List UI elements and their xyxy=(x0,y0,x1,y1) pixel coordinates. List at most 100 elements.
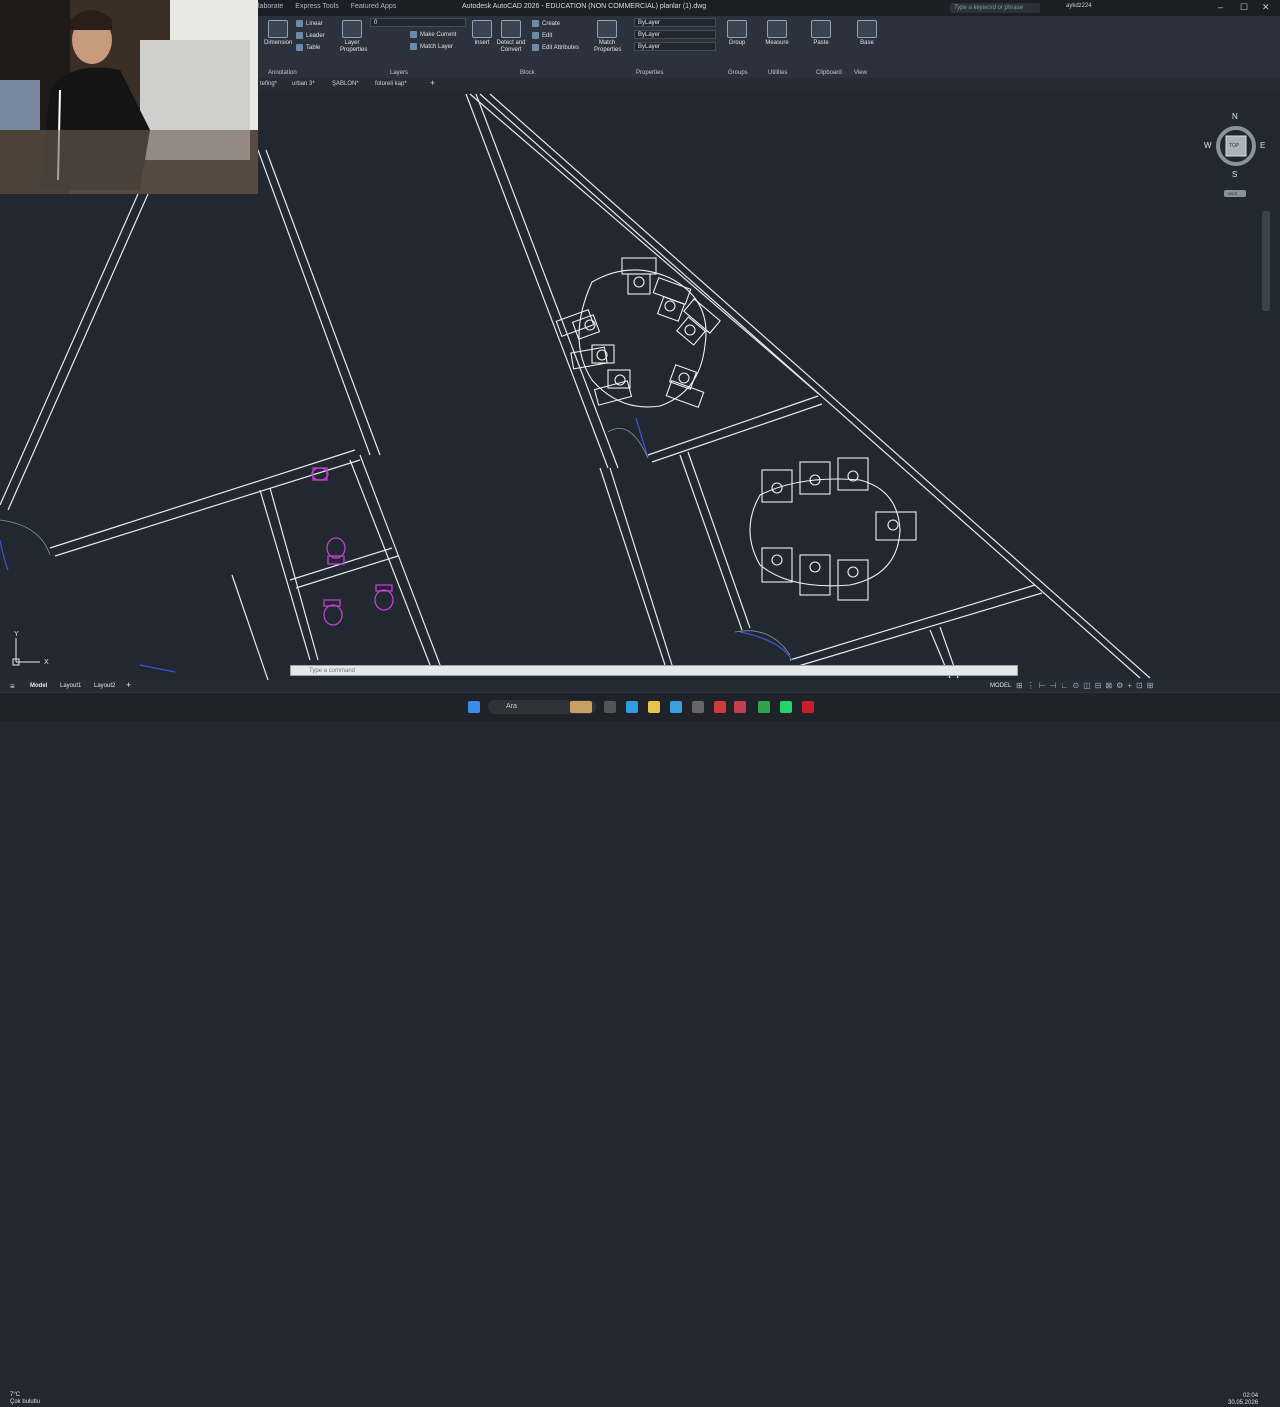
leader-button[interactable]: Leader xyxy=(296,32,325,39)
clock-date: 30.05.2026 xyxy=(1228,1400,1259,1406)
start-icon[interactable] xyxy=(468,701,480,713)
tab-featured-apps[interactable]: Featured Apps xyxy=(351,3,397,10)
table-label: Table xyxy=(306,44,321,51)
block-panel: Insert Detect and Convert Create Edit Ed… xyxy=(472,16,592,78)
linear-label: Linear xyxy=(306,20,323,27)
task-view-icon[interactable] xyxy=(604,701,616,713)
make-current-icon xyxy=(410,31,417,38)
view-cube[interactable]: N S E W TOP WCS xyxy=(1204,112,1268,197)
utilities-panel: Measure Utilities xyxy=(762,16,806,78)
compass-icon xyxy=(1216,126,1256,197)
linetype-dropdown[interactable]: ByLayer xyxy=(634,30,716,39)
match-layer-icon xyxy=(410,43,417,50)
groups-panel-title[interactable]: Groups xyxy=(728,70,748,76)
clipboard-panel-title[interactable]: Clipboard xyxy=(816,70,842,76)
group-icon xyxy=(727,20,747,38)
make-current-label: Make Current xyxy=(420,31,457,38)
webcam-feed xyxy=(0,0,258,194)
vertical-scrollbar[interactable] xyxy=(1262,211,1270,311)
tab-layout1[interactable]: Layout1 xyxy=(60,683,81,689)
ribbon-tab-strip: laborate Express Tools Featured Apps xyxy=(258,3,396,10)
groups-panel: Group Groups xyxy=(726,16,758,78)
annotation-panel-title[interactable]: Annotation xyxy=(268,70,297,76)
doors xyxy=(0,417,793,673)
properties-panel-title[interactable]: Properties xyxy=(636,70,663,76)
edit-attributes-button[interactable]: Edit Attributes xyxy=(532,44,579,51)
add-layout-button[interactable]: + xyxy=(126,680,131,690)
block-panel-title[interactable]: Block xyxy=(520,70,535,76)
compass-east[interactable]: E xyxy=(1260,141,1265,150)
tab-layout2[interactable]: Layout2 xyxy=(94,683,115,689)
make-current-button[interactable]: Make Current xyxy=(410,31,456,38)
annotation-panel: Dimension Linear Leader Table Annotation xyxy=(262,16,338,78)
create-block-icon xyxy=(532,20,539,27)
weather-widget[interactable]: 7°C Çok bulutlu xyxy=(10,1392,40,1406)
color-dropdown[interactable]: ByLayer xyxy=(634,18,716,27)
new-tab-button[interactable]: + xyxy=(430,78,435,88)
tab-express-tools[interactable]: Express Tools xyxy=(295,3,338,10)
view-cube-top[interactable]: TOP xyxy=(1229,143,1239,149)
base-view-button[interactable]: Base xyxy=(856,20,878,47)
dimension-button[interactable]: Dimension xyxy=(264,20,292,47)
layout-tabs: ≡ Model Layout1 Layout2 + MODEL ⊞⋮⊢⊣∟⊙◫⊟… xyxy=(0,680,1280,692)
clipboard-panel: Paste Clipboard xyxy=(810,16,850,78)
menu-icon[interactable]: ≡ xyxy=(10,682,15,691)
command-line-input[interactable]: Type a command xyxy=(290,665,1018,676)
leader-label: Leader xyxy=(306,32,325,39)
layers-panel-title[interactable]: Layers xyxy=(390,70,408,76)
meeting-table-1 xyxy=(555,257,721,409)
whatsapp-icon[interactable] xyxy=(780,701,792,713)
edit-attributes-icon xyxy=(532,44,539,51)
lineweight-dropdown[interactable]: ByLayer xyxy=(634,42,716,51)
tab-model[interactable]: Model xyxy=(30,683,47,689)
create-block-button[interactable]: Create xyxy=(532,20,560,27)
paste-label: Paste xyxy=(813,40,829,46)
compass-west[interactable]: W xyxy=(1204,141,1212,150)
file-tab[interactable]: ŞABLON* xyxy=(332,81,359,87)
autocad-icon[interactable] xyxy=(802,701,814,713)
excel-icon[interactable] xyxy=(758,701,770,713)
insert-button[interactable]: Insert xyxy=(472,20,492,47)
meeting-table-2 xyxy=(749,457,917,601)
model-space-toggle[interactable]: MODEL xyxy=(990,683,1011,689)
detect-convert-button[interactable]: Detect and Convert xyxy=(496,20,526,54)
file-tab[interactable]: fotoreli kap* xyxy=(375,81,407,87)
layer-dropdown[interactable]: 0 xyxy=(370,18,466,27)
taskbar-clock[interactable]: 02:04 30.05.2026 xyxy=(1228,1393,1258,1407)
file-tab[interactable]: tefing* xyxy=(260,81,277,87)
match-layer-button[interactable]: Match Layer xyxy=(410,43,453,50)
group-button[interactable]: Group xyxy=(726,20,748,47)
utilities-panel-title[interactable]: Utilities xyxy=(768,70,787,76)
store-icon[interactable] xyxy=(692,701,704,713)
paste-button[interactable]: Paste xyxy=(810,20,832,47)
tab-collaborate[interactable]: laborate xyxy=(258,3,283,10)
edge-icon[interactable] xyxy=(626,701,638,713)
table-button[interactable]: Table xyxy=(296,44,320,51)
browser-icon[interactable] xyxy=(670,701,682,713)
measure-button[interactable]: Measure xyxy=(764,20,790,47)
view-panel: Base View xyxy=(852,16,886,78)
file-tab[interactable]: urban 3* xyxy=(292,81,315,87)
wcs-menu[interactable]: WCS xyxy=(1228,191,1237,196)
user-account[interactable]: aykdz224 xyxy=(1066,3,1092,9)
view-panel-title[interactable]: View xyxy=(854,70,867,76)
clock-time: 02:04 xyxy=(1243,1393,1259,1399)
layer-properties-label: Layer Properties xyxy=(340,40,368,53)
minimize-icon[interactable]: – xyxy=(1218,2,1223,12)
file-explorer-icon[interactable] xyxy=(648,701,660,713)
match-properties-button[interactable]: Match Properties xyxy=(594,20,621,54)
app-icon[interactable] xyxy=(734,701,746,713)
chrome-icon[interactable] xyxy=(714,701,726,713)
widget-icon[interactable] xyxy=(570,701,592,713)
maximize-icon[interactable]: ☐ xyxy=(1240,2,1248,13)
group-label: Group xyxy=(728,40,746,46)
search-input[interactable]: Type a keyword or phrase xyxy=(950,3,1040,13)
close-icon[interactable]: ✕ xyxy=(1262,2,1270,13)
layer-properties-button[interactable]: Layer Properties xyxy=(340,20,368,54)
layers-panel: Layer Properties 0 Make Current Match La… xyxy=(340,16,470,78)
compass-north[interactable]: N xyxy=(1232,112,1238,121)
compass-south[interactable]: S xyxy=(1232,170,1237,179)
edit-block-button[interactable]: Edit xyxy=(532,32,552,39)
linear-button[interactable]: Linear xyxy=(296,20,323,27)
status-toggles[interactable]: ⊞⋮⊢⊣∟⊙◫⊟⊠⚙+⊡⊞ xyxy=(1016,681,1157,690)
